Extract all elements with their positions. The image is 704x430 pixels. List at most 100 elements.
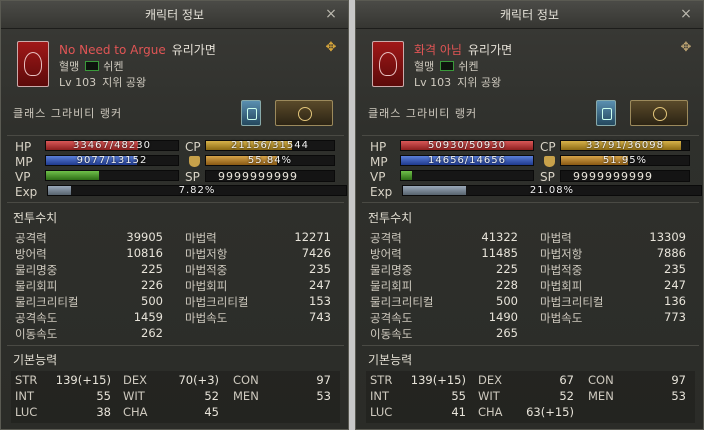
vp-bar	[400, 170, 534, 181]
stat-value: 63(+15)	[526, 405, 574, 419]
weight-text: 55.84%	[247, 155, 293, 166]
combat-stat-right: 마법적중 235	[540, 262, 686, 278]
clan-crest-icon	[372, 41, 404, 87]
level-line: Lv 103 지위 공왕	[59, 74, 146, 90]
exp-label: Exp	[370, 185, 393, 199]
stat-name: 마법적중	[540, 263, 583, 277]
stat-name: 물리크리티컬	[15, 295, 79, 309]
close-icon[interactable]: ×	[679, 7, 693, 21]
pledge-line: 혈맹 쉬켄	[414, 58, 479, 74]
weight-bag-icon	[189, 156, 200, 167]
stat-name: 마법회피	[185, 279, 228, 293]
hp-label: HP	[370, 140, 387, 154]
weight-bag-icon	[544, 156, 555, 167]
vp-fill	[401, 171, 412, 180]
base-stat: MEN 53	[233, 389, 331, 405]
mp-label: MP	[370, 155, 388, 169]
combat-stat-right: 마법회피 247	[185, 278, 331, 294]
character-info-panel-right: 캐릭터 정보 × 화격 아님 유리가면 혈맹 쉬켄 Lv 103 지위 공왕 ✥ 클래…	[355, 0, 704, 430]
stat-name: MEN	[233, 389, 259, 403]
class-detail-button[interactable]	[596, 100, 616, 126]
stat-value: 500	[141, 294, 163, 308]
stat-value: 13309	[649, 230, 686, 244]
combat-stat-right: 마법속도 773	[540, 310, 686, 326]
base-stat: INT 55	[15, 389, 111, 405]
sp-box: 9999999999	[560, 170, 690, 183]
stat-value: 7886	[656, 246, 686, 260]
stat-value: 52	[204, 389, 219, 403]
divider	[7, 345, 344, 346]
combat-stat-left: 이동속도 262	[15, 326, 163, 342]
base-section-title: 기본능력	[13, 353, 58, 367]
character-header: 화격 아님 유리가면 혈맹 쉬켄 Lv 103 지위 공왕 ✥	[366, 35, 695, 93]
stat-name: 공격속도	[15, 311, 58, 325]
close-icon[interactable]: ×	[324, 7, 338, 21]
stat-value: 262	[141, 326, 163, 340]
stat-value: 235	[664, 262, 686, 276]
cp-bar: 33791/36098	[560, 140, 690, 151]
stat-value: 97	[316, 373, 331, 387]
mp-text: 14656/14656	[428, 155, 506, 166]
hp-label: HP	[15, 140, 32, 154]
combat-stat-left: 공격속도 1459	[15, 310, 163, 326]
class-name: 클래스 그라비티 랭커	[368, 107, 478, 120]
stat-name: DEX	[478, 373, 502, 387]
stat-value: 53	[671, 389, 686, 403]
window-titlebar[interactable]: 캐릭터 정보 ×	[1, 1, 348, 29]
window-title: 캐릭터 정보	[144, 8, 204, 22]
stat-value: 139(+15)	[410, 373, 466, 387]
exp-bar: 7.82%	[47, 185, 347, 196]
stat-value: 500	[496, 294, 518, 308]
stat-value: 153	[309, 294, 331, 308]
character-name: 화격 아님	[414, 43, 462, 57]
pledge-value: 쉬켄	[458, 60, 479, 73]
character-name: No Need to Argue	[59, 43, 166, 57]
combat-stat-left: 방어력 10816	[15, 246, 163, 262]
stat-value: 41	[451, 405, 466, 419]
exp-bar: 21.08%	[402, 185, 702, 196]
combat-stat-left: 공격력 39905	[15, 230, 163, 246]
pledge-label: 혈맹	[414, 60, 435, 73]
stat-name: 방어력	[15, 247, 47, 261]
window-titlebar[interactable]: 캐릭터 정보 ×	[356, 1, 703, 29]
stat-value: 265	[496, 326, 518, 340]
combat-stat-right: 마법력 12271	[185, 230, 331, 246]
stat-name: WIT	[123, 389, 145, 403]
combat-stat-right: 마법저항 7426	[185, 246, 331, 262]
stat-value: 97	[671, 373, 686, 387]
stat-value: 743	[309, 310, 331, 324]
exp-label: Exp	[15, 185, 38, 199]
combat-stat-right: 마법회피 247	[540, 278, 686, 294]
stat-name: 공격속도	[370, 311, 413, 325]
base-stat: STR 139(+15)	[15, 373, 111, 389]
class-detail-button[interactable]	[241, 100, 261, 126]
combat-stat-right: 마법적중 235	[185, 262, 331, 278]
stat-value: 55	[451, 389, 466, 403]
stat-value: 228	[496, 278, 518, 292]
base-stat: WIT 52	[123, 389, 219, 405]
stat-value: 10816	[126, 246, 163, 260]
pledge-value: 쉬켄	[103, 60, 124, 73]
class-emblem-button[interactable]	[630, 100, 688, 126]
stat-value: 225	[496, 262, 518, 276]
stat-value: 225	[141, 262, 163, 276]
class-emblem-button[interactable]	[275, 100, 333, 126]
combat-section-title: 전투수치	[368, 211, 413, 225]
stat-name: 방어력	[370, 247, 402, 261]
exp-text: 7.82%	[178, 185, 216, 196]
level-text: Lv 103	[59, 76, 97, 89]
weight-bar: 55.84%	[205, 155, 335, 166]
weight-bar: 51.95%	[560, 155, 690, 166]
combat-stat-left: 물리명중 225	[370, 262, 518, 278]
stat-name: 마법속도	[540, 311, 583, 325]
class-name: 클래스 그라비티 랭커	[13, 107, 123, 120]
combat-stat-left: 물리크리티컬 500	[15, 294, 163, 310]
stat-name: CON	[233, 373, 259, 387]
stat-value: 235	[309, 262, 331, 276]
hp-text: 50930/50930	[428, 140, 506, 151]
stat-name: 이동속도	[370, 327, 413, 341]
mp-bar: 9077/13152	[45, 155, 179, 166]
vp-label: VP	[15, 170, 31, 184]
rank-emblem-icon: ✥	[325, 40, 337, 55]
stat-value: 226	[141, 278, 163, 292]
